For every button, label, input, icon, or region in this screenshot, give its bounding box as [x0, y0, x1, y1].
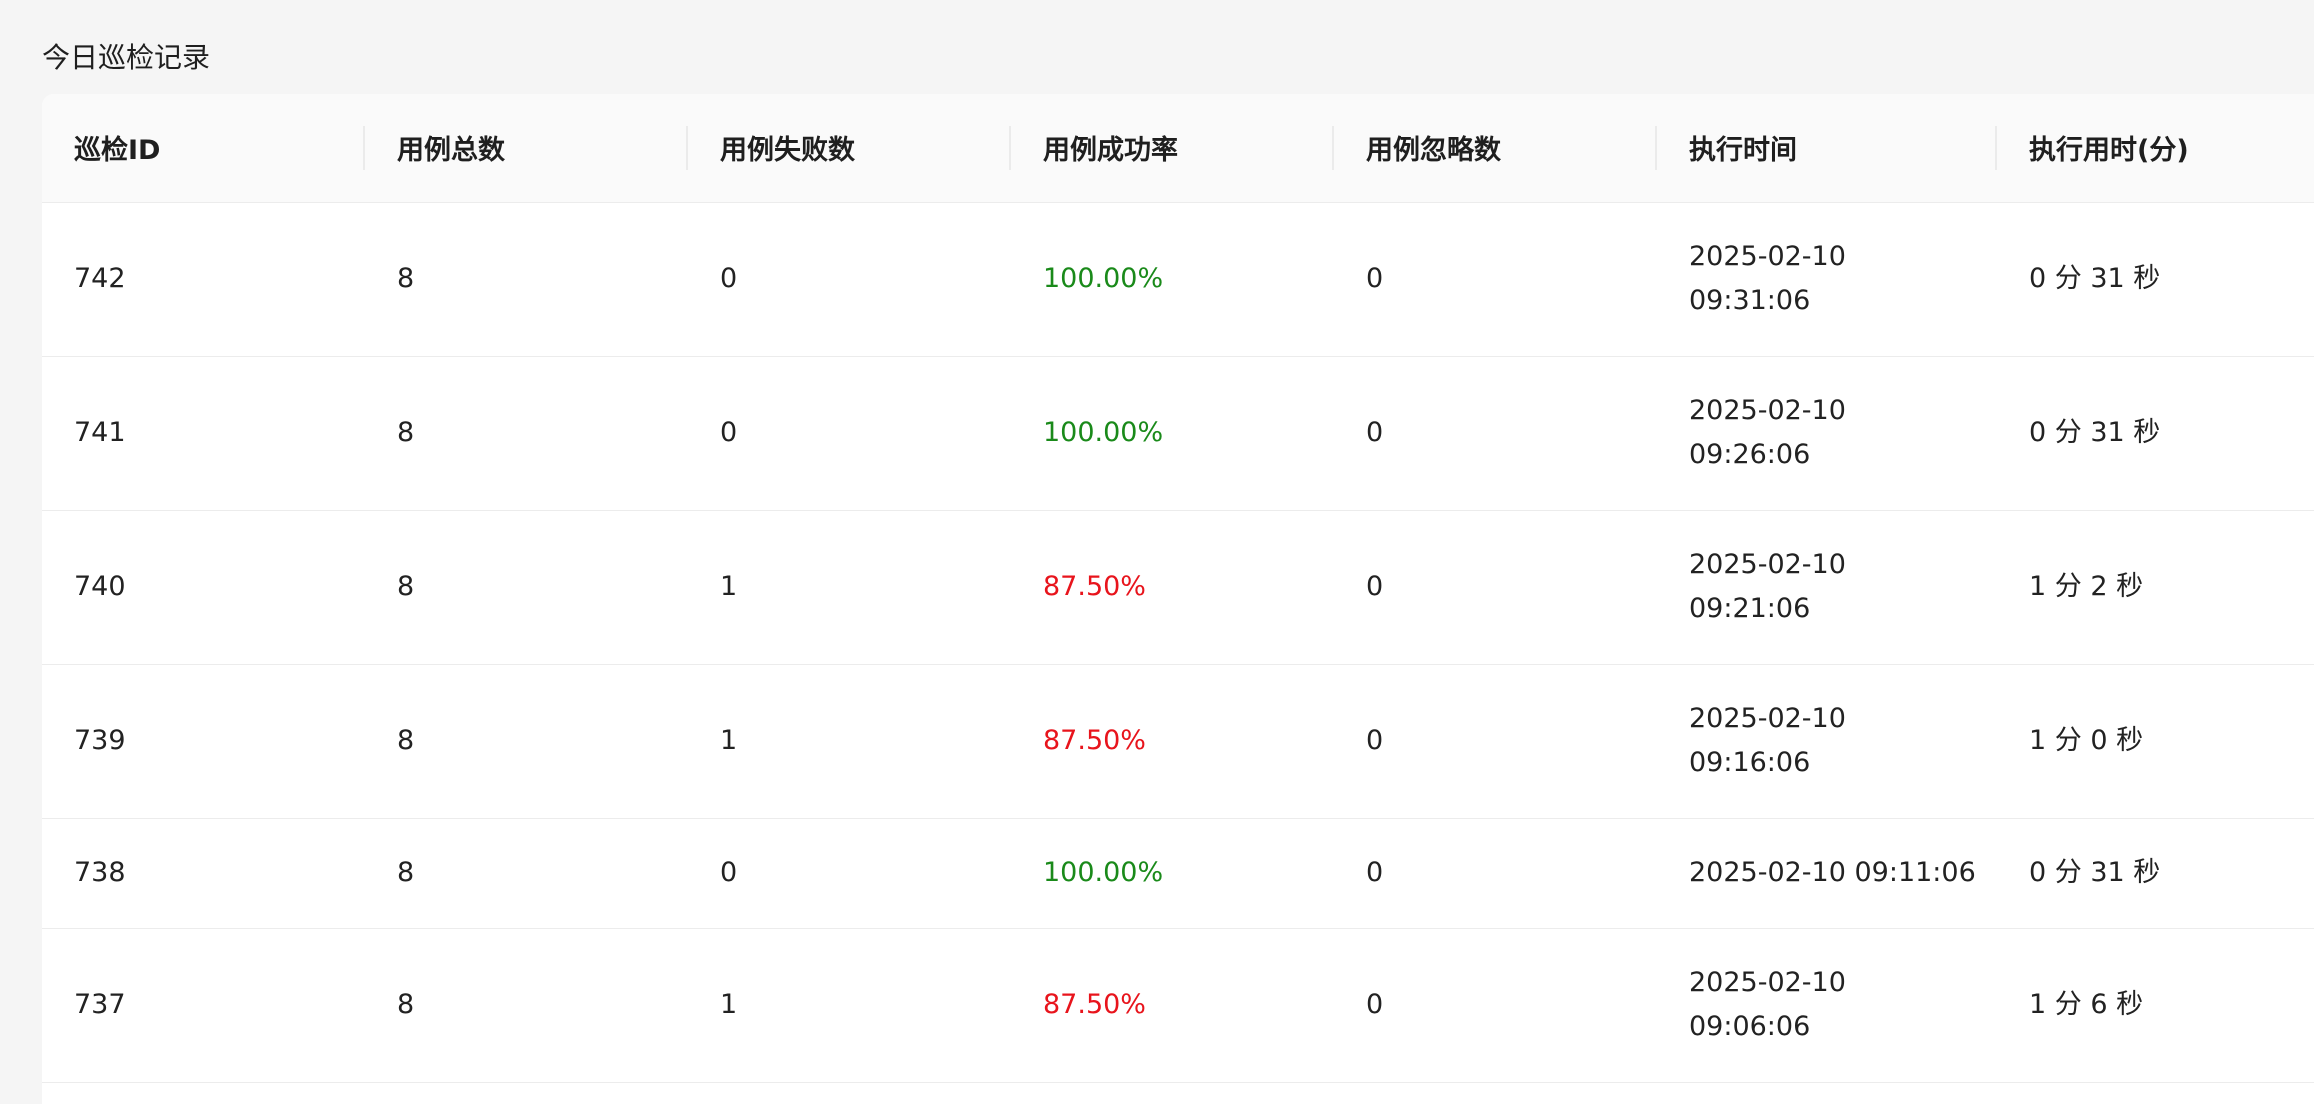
- table-row[interactable]: 742 8 0 100.00% 0 2025-02-10 09:31:06 0 …: [42, 202, 2314, 357]
- cell-inspection-id: 739: [42, 664, 365, 819]
- cell-total-cases: 8: [365, 928, 688, 1083]
- cell-duration: 1 分 2 秒: [1997, 510, 2314, 665]
- cell-execution-time: 2025-02-10 09:16:06: [1657, 664, 1997, 819]
- cell-execution-time: 2025-02-10 09:11:06: [1657, 818, 1997, 929]
- cell-inspection-id: 742: [42, 202, 365, 357]
- cell-failed-cases: 1: [688, 510, 1011, 665]
- execution-date: 2025-02-10: [1689, 967, 1846, 998]
- table-row[interactable]: 739 8 1 87.50% 0 2025-02-10 09:16:06 1 分…: [42, 664, 2314, 819]
- table-row[interactable]: 738 8 0 100.00% 0 2025-02-10 09:11:06 0 …: [42, 818, 2314, 929]
- cell-duration: 1 分 0 秒: [1997, 664, 2314, 819]
- execution-date: 2025-02-10: [1689, 703, 1846, 734]
- table-row[interactable]: 740 8 1 87.50% 0 2025-02-10 09:21:06 1 分…: [42, 510, 2314, 665]
- cell-inspection-id: 738: [42, 818, 365, 929]
- execution-date: 2025-02-10: [1689, 549, 1846, 580]
- column-header-success-rate[interactable]: 用例成功率: [1011, 94, 1334, 203]
- execution-clock: 09:31:06: [1689, 285, 1811, 316]
- cell-total-cases: 8: [365, 664, 688, 819]
- execution-clock: 09:16:06: [1689, 747, 1811, 778]
- cell-success-rate: 100.00%: [1011, 818, 1334, 929]
- cell-execution-time: 2025-02-10 09:26:06: [1657, 356, 1997, 511]
- cell-ignored-cases: 0: [1334, 356, 1657, 511]
- cell-failed-cases: 0: [688, 818, 1011, 929]
- cell-success-rate: 87.50%: [1011, 664, 1334, 819]
- column-header-ignored-cases[interactable]: 用例忽略数: [1334, 94, 1657, 203]
- cell-success-rate: 100.00%: [1011, 202, 1334, 357]
- cell-execution-time: 2025-02-10 09:21:06: [1657, 510, 1997, 665]
- cell-inspection-id: 741: [42, 356, 365, 511]
- cell-ignored-cases: 0: [1334, 202, 1657, 357]
- cell-failed-cases: 1: [688, 664, 1011, 819]
- table-row-partial: [42, 1082, 2314, 1104]
- cell-inspection-id: 737: [42, 928, 365, 1083]
- cell-duration: 0 分 31 秒: [1997, 356, 2314, 511]
- cell-failed-cases: 1: [688, 928, 1011, 1083]
- cell-duration: 0 分 31 秒: [1997, 202, 2314, 357]
- cell-total-cases: 8: [365, 202, 688, 357]
- cell-failed-cases: 0: [688, 202, 1011, 357]
- cell-execution-time: 2025-02-10 09:31:06: [1657, 202, 1997, 357]
- cell-total-cases: 8: [365, 818, 688, 929]
- inspection-records-page: 今日巡检记录 巡检ID 用例总数 用例失败数 用例成功率 用例忽略数 执行时间 …: [0, 0, 2314, 1104]
- execution-date: 2025-02-10: [1689, 241, 1846, 272]
- cell-success-rate: 100.00%: [1011, 356, 1334, 511]
- cell-failed-cases: 0: [688, 356, 1011, 511]
- column-header-failed-cases[interactable]: 用例失败数: [688, 94, 1011, 203]
- cell-inspection-id: 740: [42, 510, 365, 665]
- cell-ignored-cases: 0: [1334, 818, 1657, 929]
- column-header-duration[interactable]: 执行用时(分): [1997, 94, 2314, 203]
- table-header-row: 巡检ID 用例总数 用例失败数 用例成功率 用例忽略数 执行时间 执行用时(分): [42, 94, 2314, 203]
- cell-ignored-cases: 0: [1334, 664, 1657, 819]
- table-row[interactable]: 737 8 1 87.50% 0 2025-02-10 09:06:06 1 分…: [42, 928, 2314, 1083]
- execution-clock: 09:26:06: [1689, 439, 1811, 470]
- cell-total-cases: 8: [365, 356, 688, 511]
- cell-duration: 1 分 6 秒: [1997, 928, 2314, 1083]
- inspection-records-table-card: 巡检ID 用例总数 用例失败数 用例成功率 用例忽略数 执行时间 执行用时(分)…: [42, 94, 2314, 1104]
- cell-duration: 0 分 31 秒: [1997, 818, 2314, 929]
- cell-success-rate: 87.50%: [1011, 928, 1334, 1083]
- inspection-records-table: 巡检ID 用例总数 用例失败数 用例成功率 用例忽略数 执行时间 执行用时(分)…: [42, 94, 2314, 1104]
- cell-execution-time: 2025-02-10 09:06:06: [1657, 928, 1997, 1083]
- execution-date: 2025-02-10: [1689, 395, 1846, 426]
- cell-total-cases: 8: [365, 510, 688, 665]
- table-row[interactable]: 741 8 0 100.00% 0 2025-02-10 09:26:06 0 …: [42, 356, 2314, 511]
- cell-success-rate: 87.50%: [1011, 510, 1334, 665]
- column-header-total-cases[interactable]: 用例总数: [365, 94, 688, 203]
- cell-ignored-cases: 0: [1334, 928, 1657, 1083]
- cell-ignored-cases: 0: [1334, 510, 1657, 665]
- section-title: 今日巡检记录: [42, 41, 211, 74]
- execution-clock: 09:21:06: [1689, 593, 1811, 624]
- column-header-inspection-id[interactable]: 巡检ID: [42, 94, 365, 203]
- execution-clock: 09:06:06: [1689, 1011, 1811, 1042]
- column-header-execution-time[interactable]: 执行时间: [1657, 94, 1997, 203]
